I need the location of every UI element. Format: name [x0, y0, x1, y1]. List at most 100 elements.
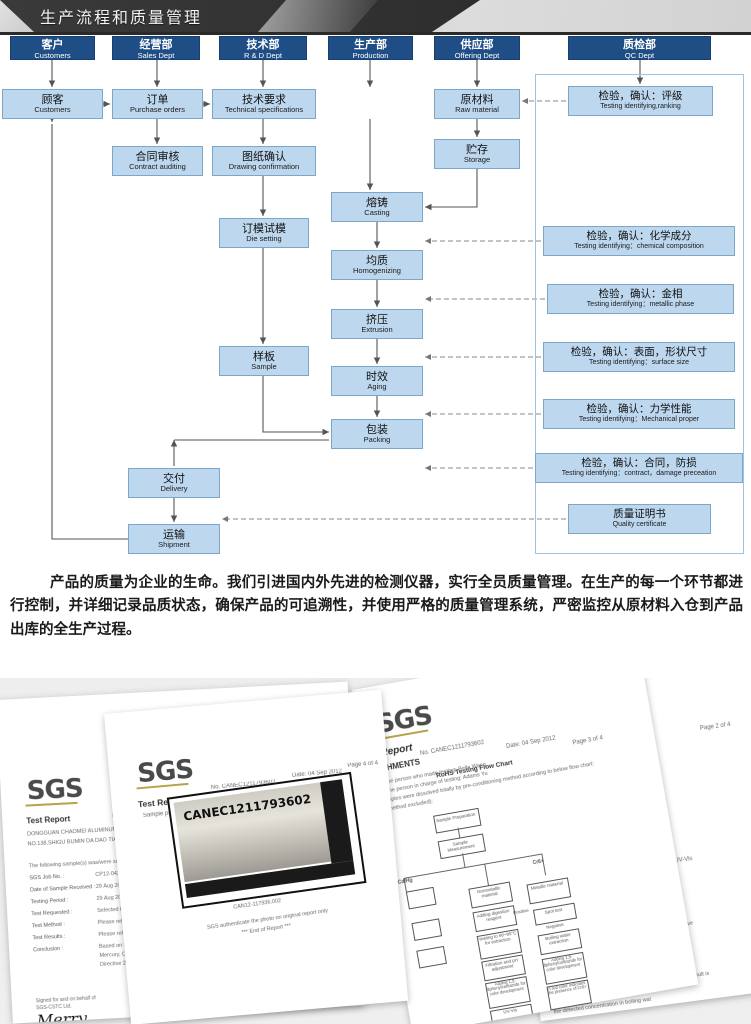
node-label-cn: 熔铸 — [366, 195, 388, 209]
node-extrusion: 挤压 Extrusion — [331, 309, 423, 339]
dept-label-en: QC Dept — [624, 50, 655, 60]
node-die-setting: 订模试模 Die setting — [219, 218, 309, 248]
node-label-cn: 质量证明书 — [613, 508, 666, 521]
node-label-cn: 订模试模 — [242, 221, 286, 235]
node-label-cn: 时效 — [366, 369, 388, 383]
page-banner: 生产流程和质量管理 — [0, 0, 751, 32]
node-label-cn: 检验，确认：化学成分 — [586, 230, 692, 243]
node-casting: 熔铸 Casting — [331, 192, 423, 222]
flow-node-side-b — [411, 918, 443, 941]
doc-page: Page 4 of 4 — [347, 760, 379, 769]
node-sample: 样板 Sample — [219, 346, 309, 376]
node-label-en: Die setting — [246, 234, 282, 244]
node-label-en: Testing identifying,ranking — [600, 103, 681, 111]
node-label-en: Casting — [364, 208, 390, 218]
doc-page: Page 3 of 4 — [572, 735, 604, 747]
node-label-en: Testing identifying：surface size — [589, 359, 689, 367]
node-label-cn: 订单 — [146, 92, 169, 106]
node-label-en: Testing identifying：metallic phase — [586, 301, 695, 309]
production-flow-diagram: 客户 Customers 经营部 Sales Dept 技术部 R & D De… — [0, 36, 751, 566]
dept-label-cn: 生产部 — [354, 38, 387, 51]
node-label-en: Storage — [463, 155, 491, 165]
node-label-en: Sample — [251, 362, 277, 372]
node-label-en: Quality certificate — [612, 521, 667, 529]
flow-node-side-a — [405, 886, 437, 910]
dept-header-customers: 客户 Customers — [10, 36, 95, 60]
node-label-en: Delivery — [160, 484, 188, 494]
sample-photo-frame: CANEC1211793602 — [166, 771, 367, 909]
node-storage: 贮存 Storage — [434, 139, 520, 169]
dept-header-production: 生产部 Production — [328, 36, 413, 60]
dept-label-en: Sales Dept — [137, 50, 175, 60]
node-label-cn: 技术要求 — [242, 92, 286, 106]
flow-node-side-c — [416, 945, 447, 969]
page-title: 生产流程和质量管理 — [40, 8, 203, 27]
dept-label-en: Customers — [34, 50, 71, 60]
dept-header-rnd: 技术部 R & D Dept — [219, 36, 307, 60]
node-homogenizing: 均质 Homogenizing — [331, 250, 423, 280]
dept-label-cn: 技术部 — [246, 38, 280, 51]
node-label-cn: 检验，确认：金相 — [598, 288, 683, 301]
node-label-cn: 合同审核 — [135, 149, 180, 163]
doc-field-label: SGS Job No. : — [29, 873, 65, 882]
node-qc-metallic-phase: 检验，确认：金相 Testing identifying：metallic ph… — [547, 284, 734, 314]
dept-label-cn: 经营部 — [139, 38, 173, 51]
node-label-en: Testing identifying：chemical composition — [574, 243, 704, 251]
node-label-en: Homogenizing — [353, 266, 401, 276]
dept-label-cn: 质检部 — [623, 38, 656, 51]
flow-connector — [484, 863, 489, 886]
doc-date: Date: 04 Sep 2012 — [505, 735, 557, 751]
dept-label-en: Production — [352, 50, 389, 60]
doc-ref-no: No. CANEC1211793602 — [419, 739, 485, 758]
node-purchase-orders: 订单 Purchase orders — [112, 89, 203, 119]
dept-header-qc: 质检部 QC Dept — [568, 36, 711, 60]
node-label-en: Contract auditing — [129, 162, 186, 172]
node-label-cn: 样板 — [253, 349, 275, 363]
doc-field-label: Conclusion : — [32, 945, 64, 954]
node-label-en: Customers — [34, 105, 71, 115]
node-label-cn: 检验，确认：力学性能 — [586, 403, 692, 416]
sgs-doc-page4: SGS Test Report No. CANEC1211793602 Date… — [104, 689, 409, 1024]
doc-page: Page 2 of 4 — [699, 721, 731, 732]
node-label-cn: 运输 — [163, 527, 185, 541]
flow-connector — [462, 853, 466, 868]
node-label-en: Extrusion — [361, 325, 393, 335]
sgs-certificates-photo: 1793602 Date: 04 Sep 2012 Page 2 of 4 h … — [0, 678, 751, 1024]
node-drawing-confirmation: 图纸确认 Drawing confirmation — [212, 146, 316, 176]
node-qc-mechanical-property: 检验，确认：力学性能 Testing identifying：Mechanica… — [543, 399, 735, 429]
node-contract-auditing: 合同审核 Contract auditing — [112, 146, 203, 176]
node-label-en: Technical specifications — [224, 105, 304, 115]
dept-header-sales: 经营部 Sales Dept — [112, 36, 200, 60]
signature: Merry — [36, 1008, 88, 1024]
node-raw-material: 原材料 Raw material — [434, 89, 520, 119]
doc-field-label: Testing Period : — [30, 897, 69, 906]
node-label-cn: 均质 — [366, 253, 388, 267]
banner-underline — [0, 32, 751, 35]
dept-label-en: Offering Dept — [454, 50, 500, 60]
node-qc-surface-size: 检验，确认：表面，形状尺寸 Testing identifying：surfac… — [543, 342, 735, 372]
quality-description-paragraph: 产品的质量为企业的生命。我们引进国内外先进的检测仪器，实行全员质量管理。在生产的… — [10, 575, 743, 638]
doc-field-label: Date of Sample Received : — [29, 884, 96, 894]
node-qc-ranking: 检验，确认：评级 Testing identifying,ranking — [568, 86, 713, 116]
node-label-en: Drawing confirmation — [228, 162, 300, 172]
node-shipment: 运输 Shipment — [128, 524, 220, 554]
node-label-cn: 贮存 — [466, 142, 488, 156]
doc-field-label: Test Method : — [31, 921, 66, 930]
node-packing: 包装 Packing — [331, 419, 423, 449]
node-label-en: Raw material — [455, 105, 499, 115]
node-label-cn: 检验，确认：合同，防损 — [581, 457, 697, 470]
node-label-cn: 检验，确认：表面，形状尺寸 — [570, 346, 708, 359]
node-label-cn: 挤压 — [366, 312, 388, 326]
node-label-en: Shipment — [158, 540, 190, 550]
node-qc-chemical-composition: 检验，确认：化学成分 Testing identifying：chemical … — [543, 226, 735, 256]
node-aging: 时效 Aging — [331, 366, 423, 396]
doc-title: Test Report — [26, 814, 71, 826]
dept-label-cn: 客户 — [41, 38, 64, 51]
node-label-cn: 包装 — [366, 422, 388, 436]
doc-field-label: Test Results : — [32, 933, 66, 942]
node-label-en: Purchase orders — [129, 105, 186, 115]
dept-label-cn: 供应部 — [460, 38, 494, 51]
node-label-en: Testing identifying：Mechanical proper — [578, 416, 700, 424]
node-label-cn: 顾客 — [41, 92, 64, 106]
node-label-cn: 图纸确认 — [242, 149, 286, 163]
